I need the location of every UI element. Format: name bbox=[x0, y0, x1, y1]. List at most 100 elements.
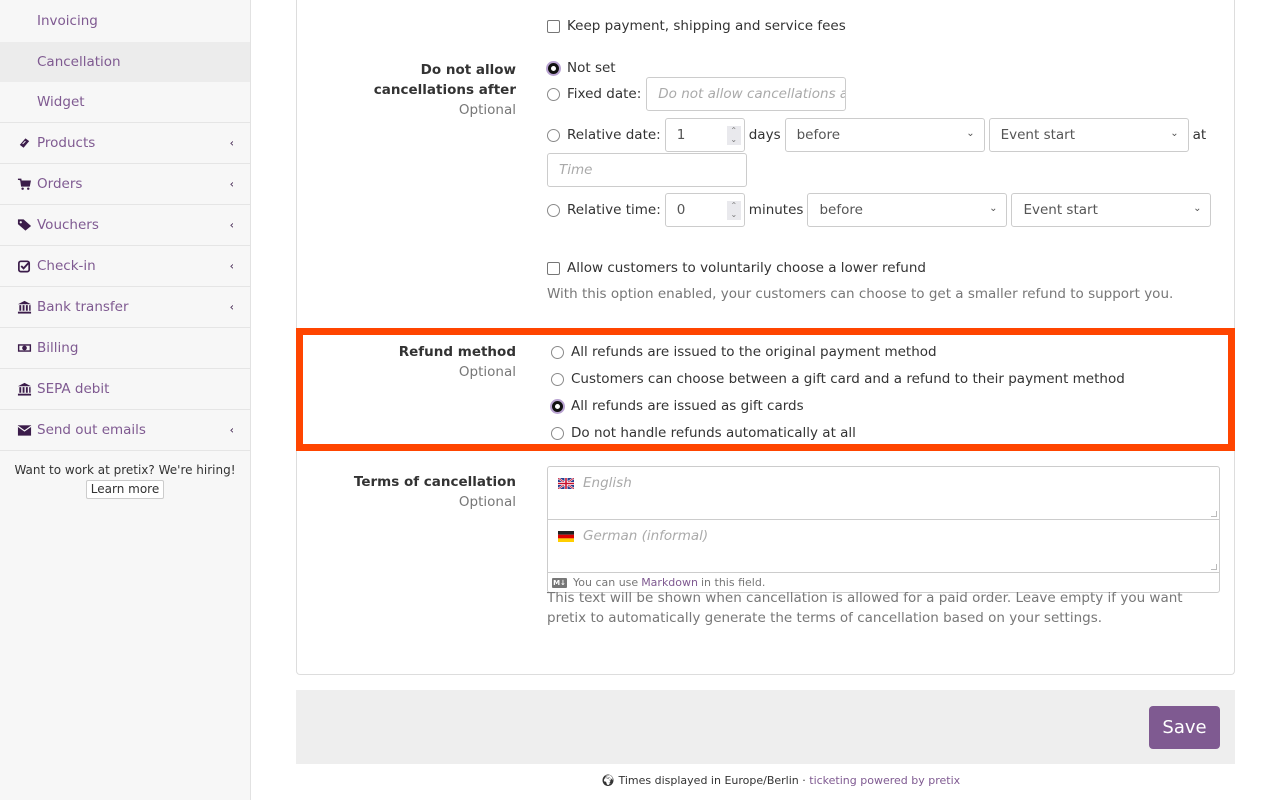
sidebar-item-label: Invoicing bbox=[37, 13, 98, 29]
refund-option-label: All refunds are issued to the original p… bbox=[571, 344, 937, 360]
relative-date-time-input[interactable]: Time bbox=[547, 153, 747, 187]
keep-fees-checkbox[interactable] bbox=[547, 19, 560, 33]
relative-time-minutes-input[interactable]: 0 ⌃ ⌄ bbox=[664, 193, 745, 227]
chevron-down-icon: ⌄ bbox=[966, 128, 975, 139]
relative-time-label: Relative time: bbox=[567, 202, 661, 218]
no-cancel-after-label: Do not allow cancellations after bbox=[373, 62, 516, 98]
relative-date-direction-select[interactable]: before ⌄ bbox=[784, 118, 985, 152]
chevron-down-icon: ⌄ bbox=[1193, 203, 1202, 214]
sidebar-item-sepa-debit[interactable]: SEPA debit bbox=[0, 368, 250, 409]
sidebar-item-products[interactable]: Products ‹ bbox=[0, 122, 250, 163]
base-value: Event start bbox=[1000, 127, 1076, 143]
keep-fees-checkbox-label[interactable]: Keep payment, shipping and service fees bbox=[547, 18, 846, 34]
markdown-icon: M↓ bbox=[552, 577, 567, 588]
relative-date-option: Relative date: 1 ⌃ ⌄ days before ⌄ Event … bbox=[547, 118, 1206, 152]
sidebar-subnav: Invoicing Cancellation Widget bbox=[0, 0, 250, 122]
terms-german-textarea[interactable]: German (informal) bbox=[548, 520, 1219, 573]
globe-icon: 🌍︎ bbox=[601, 774, 615, 787]
refund-option-original[interactable]: All refunds are issued to the original p… bbox=[551, 344, 937, 360]
lower-refund-help: With this option enabled, your customers… bbox=[547, 286, 1174, 302]
sidebar-item-billing[interactable]: Billing bbox=[0, 327, 250, 368]
sidebar-item-vouchers[interactable]: Vouchers ‹ bbox=[0, 204, 250, 245]
chevron-left-icon: ‹ bbox=[229, 300, 234, 314]
sidebar-item-label: Send out emails bbox=[37, 422, 146, 438]
refund-option-label: Do not handle refunds automatically at a… bbox=[571, 425, 856, 441]
sidebar-item-send-out-emails[interactable]: Send out emails ‹ bbox=[0, 409, 250, 450]
not-set-label: Not set bbox=[567, 60, 616, 76]
days-value: 1 bbox=[676, 127, 686, 143]
english-placeholder: English bbox=[583, 475, 632, 491]
relative-time-direction-select[interactable]: before ⌄ bbox=[807, 193, 1008, 227]
relative-date-base-select[interactable]: Event start ⌄ bbox=[988, 118, 1189, 152]
fixed-date-label: Fixed date: bbox=[567, 86, 642, 102]
refund-option-manual[interactable]: Do not handle refunds automatically at a… bbox=[551, 425, 856, 441]
sidebar-item-label: Bank transfer bbox=[37, 299, 129, 315]
optional-label: Optional bbox=[458, 494, 516, 510]
sidebar-item-widget[interactable]: Widget bbox=[0, 82, 250, 122]
relative-date-radio[interactable] bbox=[547, 128, 560, 142]
envelope-icon bbox=[16, 423, 32, 437]
sidebar-item-cancellation[interactable]: Cancellation bbox=[0, 42, 250, 82]
at-label: at bbox=[1192, 127, 1207, 143]
spinner-icon[interactable]: ⌃ ⌄ bbox=[726, 201, 741, 220]
optional-label: Optional bbox=[458, 102, 516, 118]
money-icon bbox=[16, 341, 32, 355]
save-button[interactable]: Save bbox=[1149, 706, 1220, 749]
chevron-left-icon: ‹ bbox=[229, 177, 234, 191]
fixed-date-radio[interactable] bbox=[547, 87, 560, 101]
fixed-date-input[interactable]: Do not allow cancellations after bbox=[646, 77, 847, 111]
lower-refund-checkbox-label[interactable]: Allow customers to voluntarily choose a … bbox=[547, 260, 926, 276]
not-set-option[interactable]: Not set bbox=[547, 60, 616, 76]
relative-time-radio[interactable] bbox=[547, 203, 560, 217]
sidebar-item-check-in[interactable]: Check-in ‹ bbox=[0, 245, 250, 286]
refund-option-choice[interactable]: Customers can choose between a gift card… bbox=[551, 371, 1125, 387]
timezone-text: Times displayed in Europe/Berlin · bbox=[618, 774, 806, 787]
direction-value: before bbox=[819, 202, 863, 218]
refund-method-label: Refund method bbox=[398, 344, 516, 360]
sidebar-item-label: Check-in bbox=[37, 258, 96, 274]
refund-gift-cards-radio[interactable] bbox=[552, 400, 563, 412]
powered-by-link[interactable]: ticketing powered by pretix bbox=[809, 774, 960, 787]
refund-option-gift-cards[interactable]: All refunds are issued as gift cards bbox=[551, 398, 804, 414]
german-flag-icon bbox=[558, 531, 574, 542]
optional-label: Optional bbox=[458, 364, 516, 380]
check-square-icon bbox=[16, 259, 32, 273]
sidebar-item-orders[interactable]: Orders ‹ bbox=[0, 163, 250, 204]
chevron-left-icon: ‹ bbox=[229, 136, 234, 150]
refund-option-label: Customers can choose between a gift card… bbox=[571, 371, 1125, 387]
sidebar-item-invoicing[interactable]: Invoicing bbox=[0, 0, 250, 42]
spinner-icon[interactable]: ⌃ ⌄ bbox=[726, 126, 741, 145]
sidebar-item-label: Billing bbox=[37, 340, 79, 356]
chevron-down-icon: ⌄ bbox=[989, 203, 998, 214]
lower-refund-checkbox[interactable] bbox=[547, 261, 560, 275]
uk-flag-icon bbox=[558, 478, 574, 489]
relative-date-label: Relative date: bbox=[567, 127, 661, 143]
sidebar-item-bank-transfer[interactable]: Bank transfer ‹ bbox=[0, 286, 250, 327]
bank-icon bbox=[16, 382, 32, 396]
terms-multilingual-field: English German (informal) M↓ You can use… bbox=[547, 466, 1220, 593]
bank-icon bbox=[16, 300, 32, 314]
refund-choice-radio[interactable] bbox=[551, 372, 564, 386]
resize-handle-icon[interactable] bbox=[1211, 511, 1217, 517]
cart-icon bbox=[16, 177, 32, 191]
refund-original-radio[interactable] bbox=[551, 345, 564, 359]
hiring-notice: Want to work at pretix? We're hiring! Le… bbox=[0, 451, 250, 499]
relative-date-days-input[interactable]: 1 ⌃ ⌄ bbox=[664, 118, 745, 152]
sidebar-item-label: Products bbox=[37, 135, 96, 151]
german-placeholder: German (informal) bbox=[583, 528, 709, 544]
base-value: Event start bbox=[1023, 202, 1098, 218]
refund-manual-radio[interactable] bbox=[551, 426, 564, 440]
sidebar: Invoicing Cancellation Widget Products ‹… bbox=[0, 0, 251, 800]
direction-value: before bbox=[796, 127, 841, 143]
chevron-left-icon: ‹ bbox=[229, 218, 234, 232]
relative-time-base-select[interactable]: Event start ⌄ bbox=[1011, 193, 1212, 227]
form-actions: Save bbox=[296, 690, 1235, 764]
ticket-icon bbox=[16, 136, 32, 150]
keep-fees-label: Keep payment, shipping and service fees bbox=[567, 18, 846, 34]
learn-more-button[interactable]: Learn more bbox=[85, 480, 165, 499]
resize-handle-icon[interactable] bbox=[1211, 564, 1217, 570]
chevron-down-icon: ⌄ bbox=[1170, 128, 1179, 139]
sidebar-item-label: SEPA debit bbox=[37, 381, 110, 397]
terms-english-textarea[interactable]: English bbox=[548, 467, 1219, 520]
not-set-radio[interactable] bbox=[548, 62, 559, 74]
